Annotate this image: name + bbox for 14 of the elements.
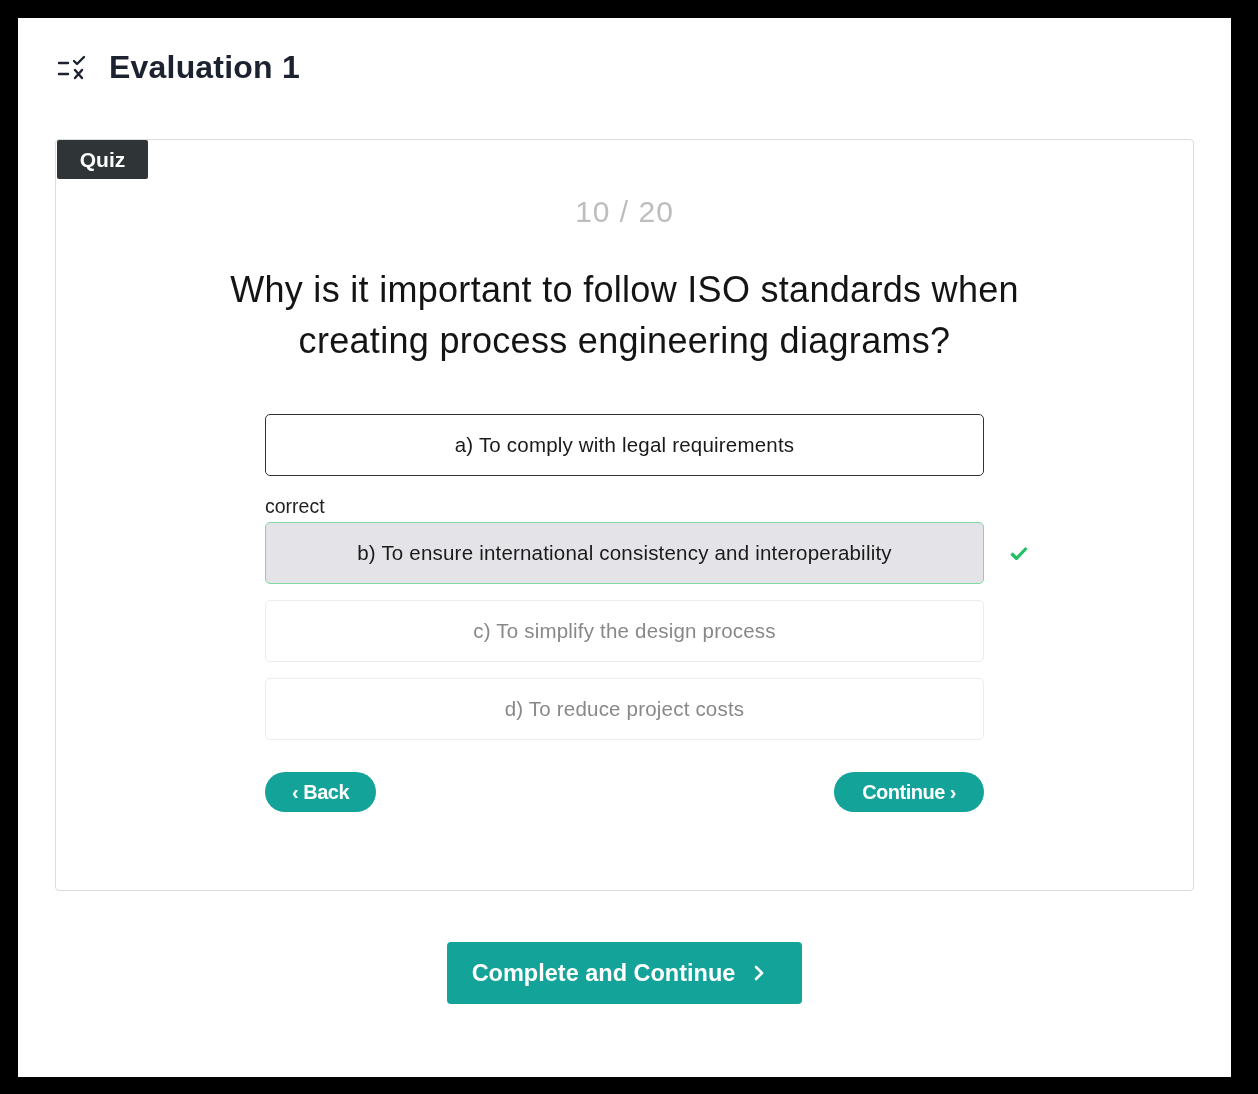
checklist-icon <box>57 54 88 80</box>
continue-button[interactable]: Continue › <box>834 772 984 812</box>
answer-option[interactable]: a) To comply with legal requirements <box>265 414 984 476</box>
quiz-badge: Quiz <box>57 140 148 179</box>
chevron-right-icon <box>754 965 765 981</box>
answer-option[interactable]: c) To simplify the design process <box>265 600 984 662</box>
question-counter: 10 / 20 <box>574 195 675 229</box>
page-title: Evaluation 1 <box>109 49 300 85</box>
answer-option[interactable]: b) To ensure international consistency and interoperability <box>265 522 984 584</box>
complete-and-continue-button[interactable]: Complete and Continue <box>447 942 802 1004</box>
question-text: Why is it important to follow ISO standards when creating process engineering diagrams? <box>229 268 1020 363</box>
back-button[interactable]: ‹ Back <box>265 772 377 812</box>
answer-status-label: correct <box>265 495 325 517</box>
answer-option[interactable]: d) To reduce project costs <box>265 678 984 740</box>
